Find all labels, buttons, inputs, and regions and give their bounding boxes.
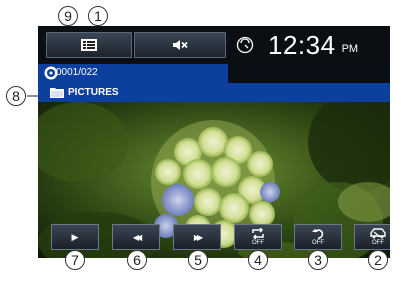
callout-7: 7 <box>65 250 85 270</box>
list-button[interactable] <box>46 32 132 58</box>
track-counter-bar: 0001/022 <box>38 64 228 83</box>
callout-1: 1 <box>88 6 108 26</box>
folder-name: PICTURES <box>68 87 119 98</box>
car-icon <box>370 228 386 239</box>
play-button[interactable]: ▶ <box>51 224 99 250</box>
callout-5: 5 <box>188 250 208 270</box>
rewind-icon: ◀◀ <box>132 232 142 242</box>
clock-time: 12:34 <box>268 29 336 60</box>
car-mode-state: OFF <box>372 240 384 246</box>
clock-icon <box>236 36 254 54</box>
top-bar: 12:34 PM <box>38 26 390 64</box>
mute-button[interactable] <box>134 32 226 58</box>
car-mode-button[interactable]: OFF <box>354 224 390 250</box>
fast-forward-button[interactable]: ▶▶ <box>173 224 221 250</box>
repeat-icon <box>252 228 264 239</box>
display-screen: 12:34 PM 0001/022 PICTURES ▶ ◀◀ ▶▶ OFF O… <box>38 26 390 258</box>
folder-icon <box>50 88 64 98</box>
disc-icon <box>44 66 58 80</box>
mute-icon <box>173 40 188 50</box>
folder-bar[interactable]: PICTURES <box>38 83 390 102</box>
list-icon <box>81 39 97 51</box>
fast-forward-icon: ▶▶ <box>193 232 203 242</box>
callout-2: 2 <box>368 250 388 270</box>
rewind-button[interactable]: ◀◀ <box>112 224 160 250</box>
callout-6: 6 <box>127 250 147 270</box>
callout-3: 3 <box>308 250 328 270</box>
repeat-state: OFF <box>252 240 264 246</box>
track-counter: 0001/022 <box>56 67 98 78</box>
callout-8: 8 <box>6 86 26 106</box>
repeat-button[interactable]: OFF <box>234 224 282 250</box>
rotate-state: OFF <box>312 240 324 246</box>
clock-ampm: PM <box>341 43 359 55</box>
play-icon: ▶ <box>71 231 79 242</box>
rotate-icon <box>312 229 324 239</box>
rotate-button[interactable]: OFF <box>294 224 342 250</box>
clock: 12:34 PM <box>236 30 358 60</box>
callout-4: 4 <box>248 250 268 270</box>
callout-9: 9 <box>58 6 78 26</box>
